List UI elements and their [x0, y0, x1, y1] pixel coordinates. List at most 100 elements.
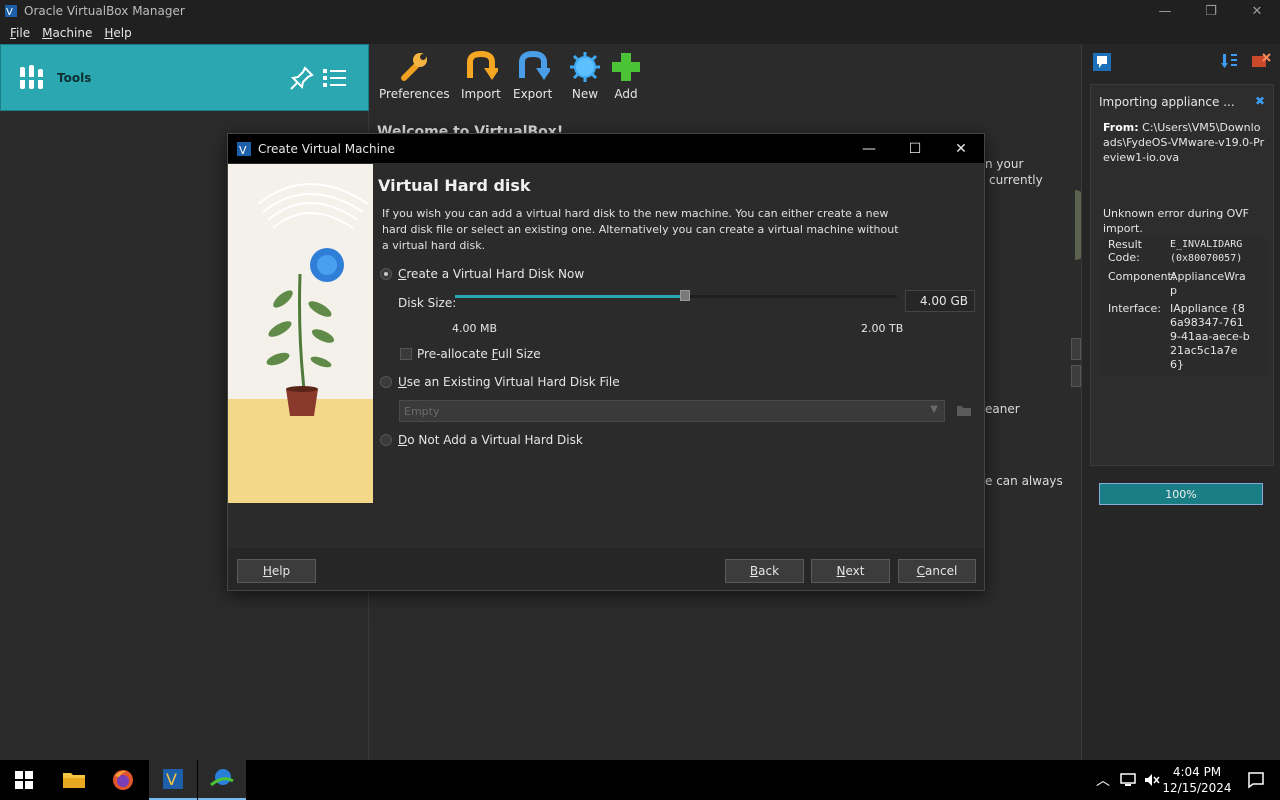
notification-error-text: Unknown error during OVF import. [1103, 207, 1249, 235]
preallocate-checkbox[interactable] [400, 348, 412, 360]
system-clock[interactable]: 4:04 PM 12/15/2024 [1160, 764, 1234, 796]
import-progress-bar: 100% [1099, 483, 1263, 505]
notification-title: Importing appliance ... [1099, 95, 1235, 109]
taskbar-firefox[interactable] [99, 760, 147, 800]
choose-disk-folder-icon[interactable] [956, 402, 972, 418]
disk-size-slider[interactable] [455, 290, 897, 301]
cancel-button[interactable]: Cancel [898, 559, 976, 583]
folder-icon [63, 773, 85, 788]
chevron-up-icon[interactable]: ︿ [1096, 770, 1110, 790]
notification-details: Result Code: E_INVALIDARG (0x80070057) C… [1101, 238, 1269, 376]
import-button[interactable]: Import [461, 50, 501, 101]
welcome-text-fragment: n your [985, 157, 1024, 171]
virtualbox-icon: V [163, 769, 183, 789]
network-icon[interactable] [1120, 772, 1136, 788]
window-restore-button[interactable]: ❐ [1188, 0, 1234, 22]
notification-close-icon[interactable]: ✖ [1255, 94, 1265, 108]
action-center-button[interactable] [1232, 760, 1280, 800]
import-icon [466, 50, 498, 80]
add-icon [612, 53, 640, 81]
preferences-icon [401, 53, 428, 81]
taskbar-file-explorer[interactable] [50, 760, 98, 800]
dialog-title: Create Virtual Machine [258, 141, 395, 156]
start-button[interactable] [0, 760, 48, 800]
disk-size-slider-handle[interactable] [680, 290, 690, 301]
new-button[interactable]: New [568, 50, 602, 101]
preallocate-label[interactable]: Pre-allocate Full Size [417, 347, 541, 361]
page-description: If you wish you can add a virtual hard d… [382, 207, 899, 252]
svg-text:V: V [166, 770, 177, 789]
dialog-close-button[interactable]: ✕ [938, 134, 984, 163]
dialog-maximize-button[interactable]: ☐ [892, 134, 938, 163]
dialog-titlebar: V Create Virtual Machine — ☐ ✕ [228, 134, 984, 163]
preferences-button[interactable]: Preferences [379, 50, 450, 101]
system-tray: ︿ [1096, 760, 1160, 800]
notification-center-toggle-icon[interactable] [1092, 52, 1112, 72]
window-minimize-button[interactable]: — [1142, 0, 1188, 22]
sort-icon[interactable] [1220, 52, 1238, 70]
result-code-label: Result Code: [1108, 238, 1142, 264]
window-close-button[interactable]: ✕ [1234, 0, 1280, 22]
existing-disk-label[interactable]: Use an Existing Virtual Hard Disk File [398, 375, 620, 389]
add-button[interactable]: Add [609, 50, 643, 101]
back-button[interactable]: Back [725, 559, 804, 583]
list-menu-icon[interactable] [321, 65, 349, 91]
taskbar-network-app[interactable] [198, 760, 246, 800]
dialog-footer: Help Back Next Cancel [228, 548, 984, 590]
create-disk-radio[interactable] [380, 268, 392, 280]
pin-icon[interactable] [289, 65, 315, 91]
no-disk-label[interactable]: Do Not Add a Virtual Hard Disk [398, 433, 583, 447]
disk-size-value: 4.00 GB [919, 294, 968, 308]
export-button[interactable]: Export [513, 50, 552, 101]
create-disk-label[interactable]: Create a Virtual Hard Disk Now [398, 267, 584, 281]
notification-center: Importing appliance ... ✖ From: C:\Users… [1081, 44, 1280, 760]
next-button[interactable]: Next [811, 559, 890, 583]
create-vm-dialog: V Create Virtual Machine — ☐ ✕ Virtual H… [227, 133, 985, 591]
interface-label: Interface: [1108, 302, 1161, 315]
sidebar-item-tools[interactable]: Tools [0, 44, 369, 111]
virtualbox-manager-window: V Oracle VirtualBox Manager — ❐ ✕ File M… [0, 0, 1280, 800]
help-button[interactable]: Help [237, 559, 316, 583]
import-notification-card: Importing appliance ... ✖ From: C:\Users… [1090, 84, 1274, 505]
volume-muted-icon[interactable] [1144, 772, 1160, 788]
disk-size-max-label: 2.00 TB [861, 322, 904, 335]
tools-label: Tools [57, 70, 92, 85]
dialog-minimize-button[interactable]: — [846, 134, 892, 163]
svg-text:V: V [6, 7, 13, 18]
existing-disk-radio[interactable] [380, 376, 392, 388]
wizard-illustration [228, 164, 373, 503]
welcome-text-fragment: eaner [985, 402, 1020, 416]
notification-from: From: C:\Users\VM5\Downloads\FydeOS-VMwa… [1103, 121, 1265, 164]
clear-notifications-icon[interactable] [1251, 52, 1271, 70]
menu-machine[interactable]: Machine [42, 26, 92, 40]
taskbar-virtualbox[interactable]: V [149, 760, 197, 800]
welcome-text-fragment: e can always [985, 474, 1063, 488]
result-code-value: E_INVALIDARG (0x80070057) [1170, 239, 1243, 264]
component-label: Component: [1108, 270, 1176, 283]
chevron-down-icon: ▼ [930, 404, 938, 415]
windows-taskbar: V ︿ 4:04 PM 12/15/2024 [0, 760, 1280, 800]
menu-help[interactable]: Help [104, 26, 131, 40]
disk-size-min-label: 4.00 MB [452, 322, 498, 335]
disk-size-label: Disk Size: [398, 296, 457, 310]
export-icon [518, 50, 550, 80]
virtualbox-app-icon: V [5, 5, 17, 18]
no-disk-radio[interactable] [380, 434, 392, 446]
existing-disk-combobox[interactable]: Empty ▼ [399, 400, 945, 422]
existing-disk-combo-value: Empty [404, 404, 440, 418]
network-globe-icon [210, 769, 234, 787]
progress-text: 100% [1165, 487, 1197, 501]
menubar: File Machine Help [0, 22, 1280, 44]
notification-icon [1248, 772, 1264, 789]
new-machine-icon [570, 52, 600, 82]
clock-date: 12/15/2024 [1162, 781, 1232, 795]
background-button-edge [1071, 365, 1081, 387]
interface-value: IAppliance {86a98347-7619-41aa-aece-b21a… [1170, 302, 1250, 371]
menu-file[interactable]: File [10, 26, 30, 40]
flower-pot-illustration [228, 164, 373, 503]
disk-size-input[interactable]: 4.00 GB [905, 290, 975, 312]
main-toolbar: Preferences Import Export New Add [369, 44, 1081, 112]
windows-logo-icon [15, 771, 33, 789]
window-title: Oracle VirtualBox Manager [24, 4, 185, 18]
svg-text:V: V [239, 144, 247, 157]
